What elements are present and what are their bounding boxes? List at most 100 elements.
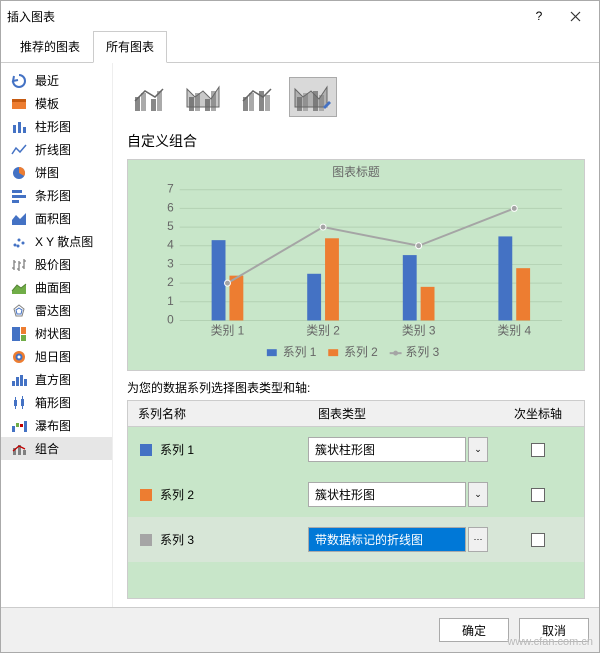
svg-text:6: 6 [167, 200, 174, 214]
sidebar-item-surface[interactable]: 曲面图 [1, 276, 112, 299]
svg-text:1: 1 [167, 294, 174, 308]
svg-text:4: 4 [167, 238, 174, 252]
sidebar-item-recent[interactable]: 最近 [1, 69, 112, 92]
chevron-down-icon[interactable]: ⋯ [468, 527, 488, 552]
svg-text:类别 4: 类别 4 [497, 323, 531, 337]
sidebar-item-label: 箱形图 [35, 394, 71, 411]
close-button[interactable] [557, 2, 593, 30]
combo-text: 簇状柱形图 [308, 437, 466, 462]
sidebar-item-label: X Y 散点图 [35, 233, 93, 250]
combo-text: 带数据标记的折线图 [308, 527, 466, 552]
chart-type-combo[interactable]: 带数据标记的折线图 ⋯ [308, 527, 488, 552]
sidebar-item-label: 直方图 [35, 371, 71, 388]
sidebar-item-line[interactable]: 折线图 [1, 138, 112, 161]
treemap-icon [11, 326, 27, 342]
svg-text:5: 5 [167, 219, 174, 233]
subtype-2[interactable] [235, 77, 283, 117]
template-icon [11, 96, 27, 112]
svg-text:类别 2: 类别 2 [306, 323, 340, 337]
series-grid: 系列名称 图表类型 次坐标轴 系列 1 簇状柱形图 ⌄ 系列 2 簇状柱形图 [127, 400, 585, 599]
dialog-title: 插入图表 [7, 8, 521, 25]
chevron-down-icon[interactable]: ⌄ [468, 437, 488, 462]
sidebar-item-boxplot[interactable]: 箱形图 [1, 391, 112, 414]
sidebar-item-label: 条形图 [35, 187, 71, 204]
sidebar-item-column[interactable]: 柱形图 [1, 115, 112, 138]
sidebar-item-treemap[interactable]: 树状图 [1, 322, 112, 345]
tab-all[interactable]: 所有图表 [93, 31, 167, 63]
grid-header: 系列名称 图表类型 次坐标轴 [128, 401, 584, 427]
sidebar-item-label: 模板 [35, 95, 59, 112]
svg-text:系列 1: 系列 1 [283, 345, 317, 359]
pie-icon [11, 165, 27, 181]
recent-icon [11, 73, 27, 89]
grid-instruction: 为您的数据系列选择图表类型和轴: [127, 379, 585, 396]
series-color-swatch [140, 444, 152, 456]
secondary-axis-checkbox[interactable] [531, 533, 545, 547]
chart-type-combo[interactable]: 簇状柱形图 ⌄ [308, 437, 488, 462]
svg-text:系列 2: 系列 2 [344, 345, 378, 359]
cancel-button[interactable]: 取消 [519, 618, 589, 642]
surface-icon [11, 280, 27, 296]
col-header-name: 系列名称 [128, 401, 308, 426]
area-icon [11, 211, 27, 227]
series-color-swatch [140, 489, 152, 501]
radar-icon [11, 303, 27, 319]
svg-text:0: 0 [167, 312, 174, 326]
series-name: 系列 3 [160, 531, 194, 548]
sidebar-item-label: 饼图 [35, 164, 59, 181]
series-color-swatch [140, 534, 152, 546]
sidebar-item-label: 旭日图 [35, 348, 71, 365]
sidebar-item-label: 组合 [35, 440, 59, 457]
subtype-row [127, 71, 585, 123]
dialog-body: 最近模板柱形图折线图饼图条形图面积图 X Y 散点图股价图曲面图雷达图树状图旭日图… [1, 63, 599, 607]
series-name: 系列 2 [160, 486, 194, 503]
sidebar-item-label: 折线图 [35, 141, 71, 158]
main-panel: 自定义组合 01234567类别 1类别 2类别 3类别 4图表标题系列 1系列… [113, 63, 599, 607]
stock-icon [11, 257, 27, 273]
sidebar-item-label: 面积图 [35, 210, 71, 227]
svg-text:7: 7 [167, 182, 174, 196]
col-header-axis: 次坐标轴 [508, 401, 568, 426]
sidebar-item-histogram[interactable]: 直方图 [1, 368, 112, 391]
sidebar-item-stock[interactable]: 股价图 [1, 253, 112, 276]
line-icon [11, 142, 27, 158]
sidebar-item-radar[interactable]: 雷达图 [1, 299, 112, 322]
sidebar-item-sunburst[interactable]: 旭日图 [1, 345, 112, 368]
sidebar-item-pie[interactable]: 饼图 [1, 161, 112, 184]
subtype-1[interactable] [181, 77, 229, 117]
svg-text:图表标题: 图表标题 [332, 165, 380, 179]
column-icon [11, 119, 27, 135]
sidebar-item-area[interactable]: 面积图 [1, 207, 112, 230]
sidebar-item-waterfall[interactable]: 瀑布图 [1, 414, 112, 437]
sidebar-item-bar[interactable]: 条形图 [1, 184, 112, 207]
ok-button[interactable]: 确定 [439, 618, 509, 642]
svg-text:类别 3: 类别 3 [402, 323, 436, 337]
series-row: 系列 2 簇状柱形图 ⌄ [128, 472, 584, 517]
chart-preview: 01234567类别 1类别 2类别 3类别 4图表标题系列 1系列 2系列 3 [127, 159, 585, 371]
sidebar-item-scatter[interactable]: X Y 散点图 [1, 230, 112, 253]
chevron-down-icon[interactable]: ⌄ [468, 482, 488, 507]
subtype-0[interactable] [127, 77, 175, 117]
help-button[interactable]: ? [521, 2, 557, 30]
bar-icon [11, 188, 27, 204]
secondary-axis-checkbox[interactable] [531, 488, 545, 502]
titlebar: 插入图表 ? [1, 1, 599, 31]
tab-recommended[interactable]: 推荐的图表 [7, 31, 93, 62]
series-row: 系列 3 带数据标记的折线图 ⋯ [128, 517, 584, 562]
sidebar-item-label: 雷达图 [35, 302, 71, 319]
tab-row: 推荐的图表 所有图表 [1, 31, 599, 63]
sidebar-item-template[interactable]: 模板 [1, 92, 112, 115]
boxplot-icon [11, 395, 27, 411]
secondary-axis-checkbox[interactable] [531, 443, 545, 457]
sunburst-icon [11, 349, 27, 365]
series-row: 系列 1 簇状柱形图 ⌄ [128, 427, 584, 472]
svg-text:类别 1: 类别 1 [211, 323, 245, 337]
svg-text:系列 3: 系列 3 [406, 345, 440, 359]
chart-type-combo[interactable]: 簇状柱形图 ⌄ [308, 482, 488, 507]
insert-chart-dialog: 插入图表 ? 推荐的图表 所有图表 最近模板柱形图折线图饼图条形图面积图 X Y … [0, 0, 600, 653]
sidebar-item-combo[interactable]: 组合 [1, 437, 112, 460]
combo-icon [11, 441, 27, 457]
sidebar-item-label: 树状图 [35, 325, 71, 342]
subtype-3[interactable] [289, 77, 337, 117]
svg-text:2: 2 [167, 275, 174, 289]
